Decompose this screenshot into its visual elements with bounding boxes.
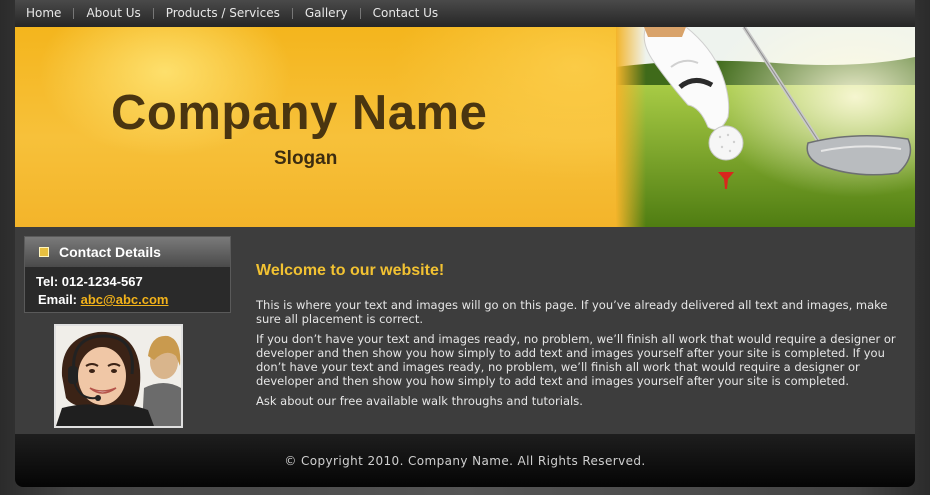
contact-box: Contact Details Tel: 012-1234-567 Email:…: [24, 236, 231, 313]
welcome-heading: Welcome to our website!: [256, 262, 445, 279]
contact-title: Contact Details: [59, 244, 161, 260]
content: Welcome to our website! This is where yo…: [256, 262, 896, 414]
contact-header: Contact Details: [25, 237, 230, 267]
top-nav: Home About Us Products / Services Galler…: [15, 0, 915, 27]
copyright: © Copyright 2010. Company Name. All Righ…: [284, 453, 646, 468]
paragraph: Ask about our free available walk throug…: [256, 394, 583, 408]
banner-fade: [616, 27, 646, 227]
contact-email-row: Email: abc@abc.com: [38, 291, 230, 309]
nav-item-gallery[interactable]: Gallery: [293, 0, 360, 27]
nav-item-products-services[interactable]: Products / Services: [154, 0, 292, 27]
main-area: Contact Details Tel: 012-1234-567 Email:…: [15, 227, 915, 434]
email-label: Email:: [38, 292, 78, 307]
email-link[interactable]: abc@abc.com: [81, 292, 169, 307]
bullet-arrow-icon: [39, 247, 49, 257]
paragraph: If you don’t have your text and images r…: [256, 332, 896, 388]
slogan: Slogan: [274, 148, 338, 169]
footer: © Copyright 2010. Company Name. All Righ…: [15, 434, 915, 487]
golf-ball-on-tee-icon: [616, 27, 915, 227]
company-name: Company Name: [111, 86, 488, 140]
support-agent-photo: [54, 324, 183, 428]
nav-item-about-us[interactable]: About Us: [74, 0, 152, 27]
contact-phone: Tel: 012-1234-567: [36, 274, 143, 289]
nav-item-contact-us[interactable]: Contact Us: [361, 0, 451, 27]
header-banner: Company Name Slogan: [15, 27, 915, 227]
paragraph: This is where your text and images will …: [256, 298, 888, 326]
nav-item-home[interactable]: Home: [15, 0, 73, 27]
